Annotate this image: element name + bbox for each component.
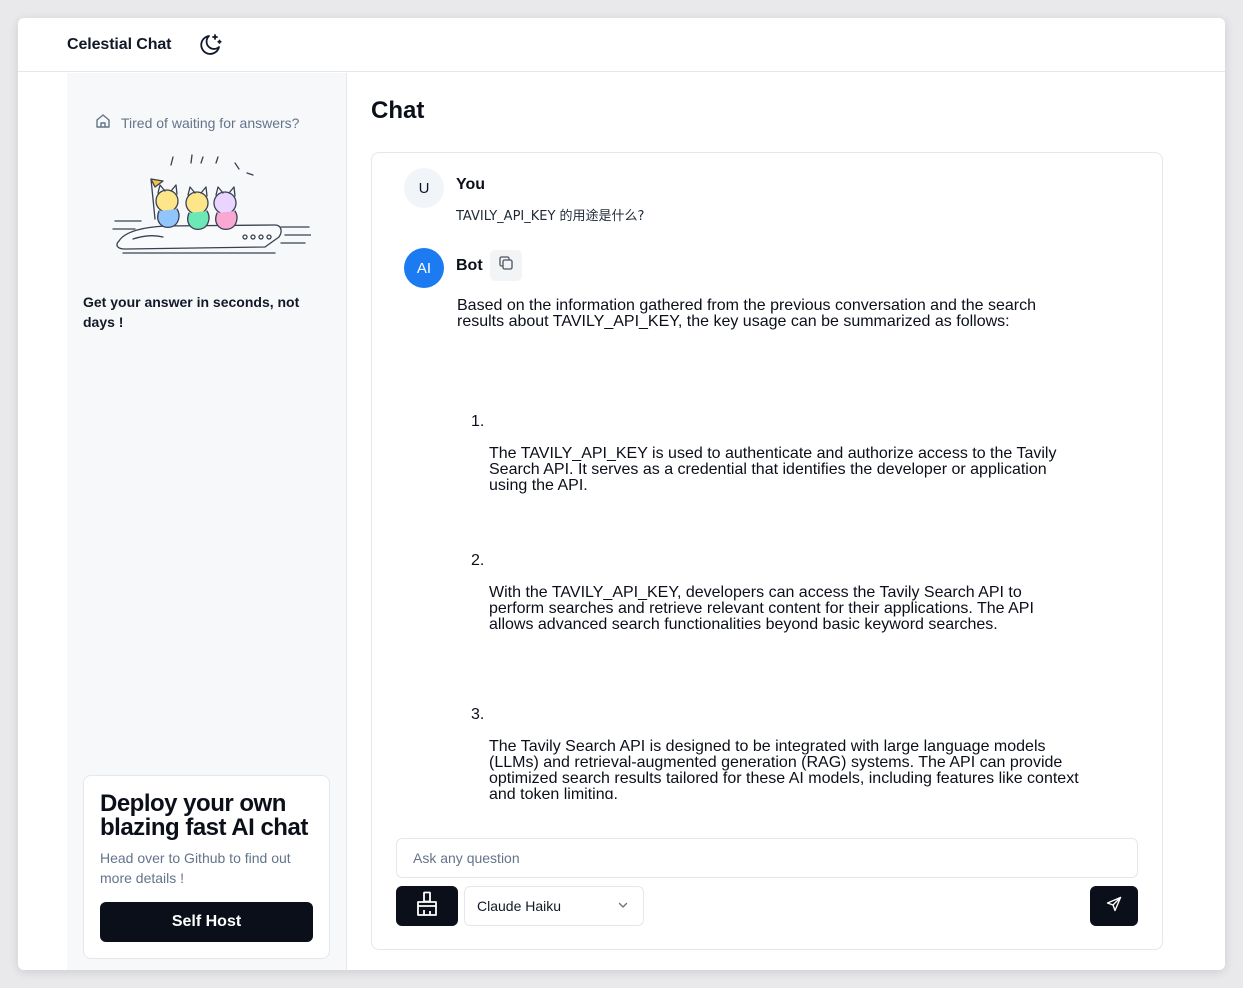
app-title[interactable]: Celestial Chat xyxy=(67,36,172,54)
promo-link-label: Tired of waiting for answers? xyxy=(121,114,300,131)
list-item-number: 3. xyxy=(471,706,485,723)
brush-icon xyxy=(415,891,439,922)
bot-name: Bot xyxy=(456,257,483,274)
copy-icon xyxy=(498,255,514,276)
bot-intro: Based on the information gathered from t… xyxy=(457,297,1037,330)
message-list[interactable]: U You TAVILY_API_KEY 的用途是什么? AI Bot Base… xyxy=(372,153,1162,799)
list-item: With the TAVILY_API_KEY, developers can … xyxy=(489,584,1034,633)
question-input[interactable] xyxy=(413,850,1137,866)
copy-button[interactable] xyxy=(490,250,522,281)
top-bar: Celestial Chat xyxy=(18,18,1225,72)
chat-main: Chat U You TAVILY_API_KEY 的用途是什么? AI Bot xyxy=(348,73,1225,970)
deploy-card: Deploy your own blazing fast AI chat Hea… xyxy=(83,775,330,959)
question-input-wrapper xyxy=(396,838,1138,878)
chevron-down-icon xyxy=(617,898,629,914)
app-window: Celestial Chat Tired of waiting for answ… xyxy=(18,18,1225,970)
list-item: The TAVILY_API_KEY is used to authentica… xyxy=(489,445,1057,494)
chat-panel: U You TAVILY_API_KEY 的用途是什么? AI Bot Base… xyxy=(371,152,1163,950)
bot-message: Based on the information gathered from t… xyxy=(457,297,1079,800)
clear-chat-button[interactable] xyxy=(396,886,458,926)
model-select-value: Claude Haiku xyxy=(477,898,562,914)
send-button[interactable] xyxy=(1090,886,1138,926)
cats-on-train-illustration xyxy=(105,151,312,263)
user-name: You xyxy=(456,176,486,193)
tagline: Get your answer in seconds, not days ! xyxy=(83,294,300,330)
user-message: TAVILY_API_KEY 的用途是什么? xyxy=(456,209,645,224)
send-icon xyxy=(1106,896,1122,917)
self-host-button[interactable]: Self Host xyxy=(100,902,313,942)
moon-stars-icon[interactable] xyxy=(197,32,223,58)
sidebar: Tired of waiting for answers? Get your a… xyxy=(67,73,347,970)
page-title: Chat xyxy=(371,97,425,124)
list-item: The Tavily Search API is designed to be … xyxy=(489,738,1079,800)
deploy-card-title: Deploy your own blazing fast AI chat xyxy=(100,790,308,841)
user-avatar: U xyxy=(404,168,444,208)
model-select[interactable]: Claude Haiku xyxy=(464,886,644,926)
home-icon xyxy=(95,113,111,132)
deploy-card-description: Head over to Github to find out more det… xyxy=(100,850,291,886)
promo-link[interactable]: Tired of waiting for answers? xyxy=(95,113,299,132)
list-item-number: 1. xyxy=(471,413,485,430)
bot-avatar: AI xyxy=(404,248,444,288)
list-item-number: 2. xyxy=(471,552,485,569)
